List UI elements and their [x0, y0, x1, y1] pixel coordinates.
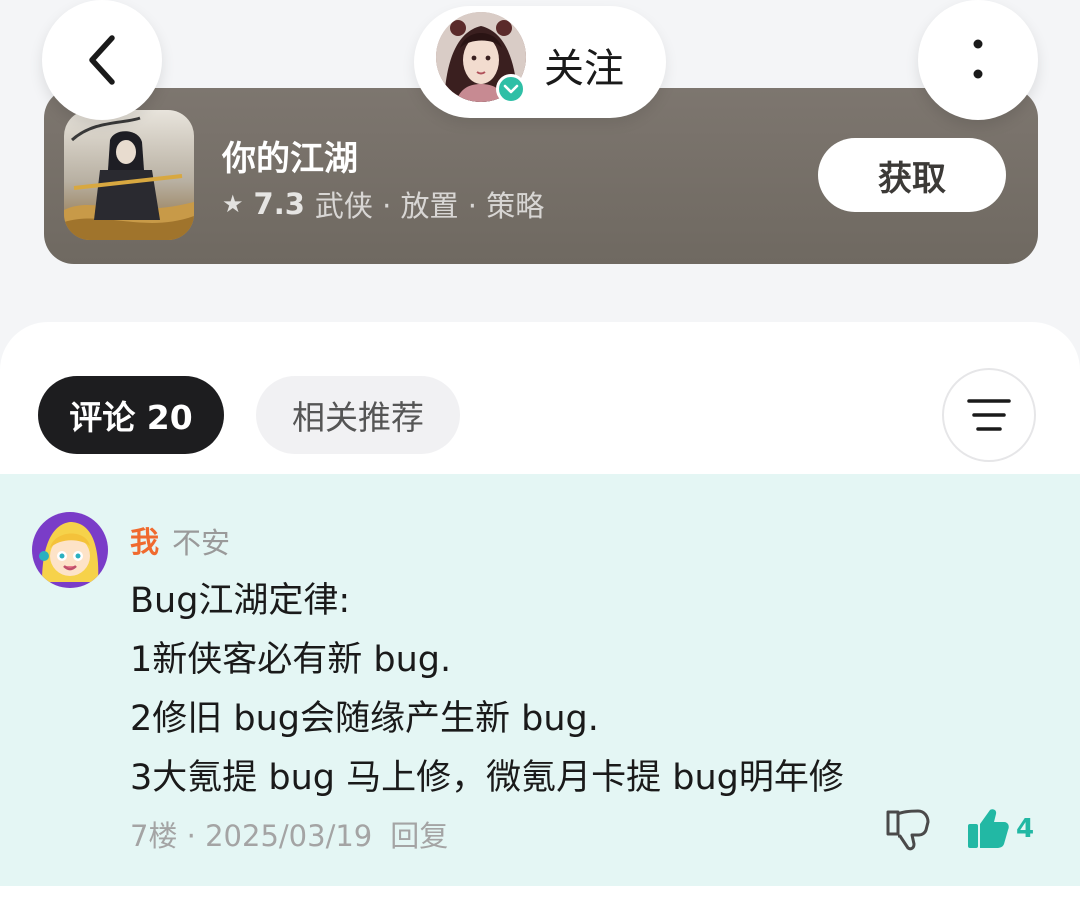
- game-title[interactable]: 你的江湖: [222, 131, 358, 180]
- comment-date: 2025/03/19: [205, 819, 373, 853]
- more-options-button[interactable]: [918, 0, 1038, 120]
- app-screen: 关注 你的江湖 ★ 7.3 武侠 · 放置 · 策略 获取 评论 20 相关推荐…: [0, 0, 1080, 902]
- comment-floor: 7楼: [130, 819, 178, 853]
- game-icon[interactable]: [64, 110, 194, 240]
- commenter-name[interactable]: 我: [130, 519, 159, 561]
- more-vertical-icon: [973, 39, 983, 79]
- thumbs-up-icon: [968, 809, 1009, 848]
- comment-line: 1新侠客必有新 bug.: [130, 640, 452, 680]
- game-meta: ★ 7.3 武侠 · 放置 · 策略: [222, 183, 544, 225]
- get-button[interactable]: 获取: [818, 138, 1006, 212]
- like-count: 4: [1016, 814, 1035, 844]
- comment-line: Bug江湖定律:: [130, 581, 351, 621]
- comment-floor-date: 7楼 · 2025/03/19: [130, 819, 373, 853]
- sort-button[interactable]: [942, 368, 1036, 462]
- comment-line: 2修旧 bug会随缘产生新 bug.: [130, 699, 599, 739]
- like-button[interactable]: 4: [966, 806, 1034, 852]
- star-icon: ★: [222, 190, 244, 218]
- tab-comments[interactable]: 评论 20: [38, 376, 224, 454]
- game-icon-image: [64, 110, 194, 240]
- commenter-tag: 不安: [172, 526, 231, 560]
- bottom-area: [0, 886, 1080, 902]
- tab-related[interactable]: 相关推荐: [256, 376, 460, 454]
- back-button[interactable]: [42, 0, 162, 120]
- sort-lines-icon: [967, 399, 1011, 431]
- reply-button[interactable]: 回复: [390, 813, 448, 855]
- commenter-avatar-image: [32, 512, 108, 588]
- game-tags: 武侠 · 放置 · 策略: [314, 189, 545, 223]
- comment-line: 3大氪提 bug 马上修，微氪月卡提 bug明年修: [130, 758, 844, 798]
- commenter-avatar[interactable]: [32, 512, 108, 588]
- thumbs-down-icon: [886, 809, 930, 851]
- dislike-button[interactable]: [884, 808, 932, 852]
- comment-footer: 7楼 · 2025/03/19 回复: [130, 813, 448, 855]
- game-rating: 7.3: [253, 187, 305, 221]
- verified-check-icon: [496, 74, 526, 104]
- follow-label[interactable]: 关注: [544, 36, 624, 94]
- chevron-left-icon: [89, 35, 115, 85]
